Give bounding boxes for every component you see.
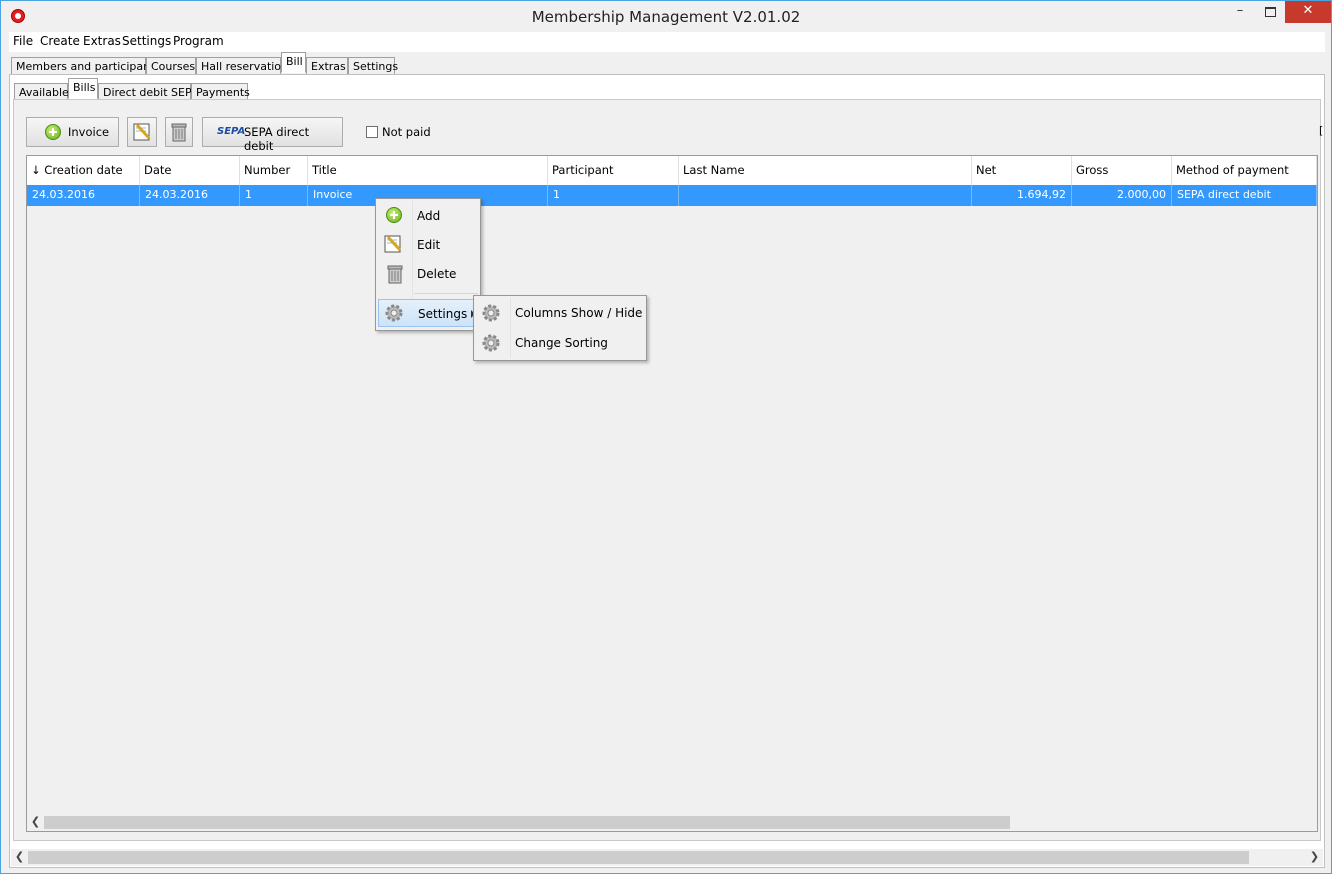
- gear-icon: [482, 334, 500, 352]
- cell-creation-date: 24.03.2016: [27, 185, 140, 206]
- tab-members[interactable]: Members and participants: [11, 57, 160, 75]
- sepa-button-label: SEPA direct debit: [244, 125, 310, 153]
- tab-settings[interactable]: Settings: [348, 57, 398, 75]
- col-last-name[interactable]: Last Name: [679, 156, 972, 185]
- menu-item-delete-label: Delete: [417, 267, 457, 281]
- scrollbar-thumb[interactable]: [44, 816, 1010, 829]
- tab-hall-reservation[interactable]: Hall reservation: [196, 57, 288, 75]
- col-participant[interactable]: Participant: [548, 156, 679, 185]
- col-date[interactable]: Date: [140, 156, 240, 185]
- gear-icon: [385, 304, 403, 322]
- trash-icon: [171, 123, 187, 142]
- menu-file[interactable]: File: [13, 34, 33, 48]
- add-icon: [45, 124, 61, 140]
- tab-courses[interactable]: Courses: [146, 57, 196, 75]
- col-number[interactable]: Number: [240, 156, 308, 185]
- menu-item-edit-label: Edit: [417, 238, 441, 252]
- app-window: Membership Management V2.01.02 – ✕ File …: [0, 0, 1332, 874]
- settings-submenu: Columns Show / Hide Change Sorting: [473, 295, 647, 361]
- table-header: ↓ Creation date Date Number Title Partic…: [27, 156, 1317, 186]
- scroll-left-icon[interactable]: ❮: [11, 849, 28, 866]
- menu-bar: File Create Extras Settings Program: [9, 32, 1325, 52]
- menu-item-columns-show-hide[interactable]: Columns Show / Hide: [476, 299, 644, 327]
- add-icon: [386, 207, 402, 223]
- menu-item-settings-label: Settings: [418, 307, 468, 321]
- close-button[interactable]: ✕: [1285, 1, 1331, 23]
- col-creation-date[interactable]: ↓ Creation date: [27, 156, 140, 185]
- scrollbar-thumb[interactable]: [28, 851, 1249, 864]
- menu-item-edit[interactable]: Edit: [378, 231, 478, 259]
- col-method-of-payment[interactable]: Method of payment: [1172, 156, 1317, 185]
- col-title[interactable]: Title: [308, 156, 548, 185]
- title-bar: Membership Management V2.01.02 – ✕: [1, 1, 1331, 32]
- sepa-logo-icon: SEPA: [217, 126, 246, 137]
- menu-settings[interactable]: Settings: [122, 34, 171, 48]
- not-paid-checkbox[interactable]: [366, 126, 378, 138]
- tab-bills[interactable]: Bills: [68, 78, 98, 99]
- menu-item-columns-label: Columns Show / Hide: [515, 306, 643, 320]
- trash-icon: [387, 265, 403, 284]
- scroll-left-icon[interactable]: ❮: [27, 814, 44, 831]
- menu-create[interactable]: Create: [40, 34, 80, 48]
- scroll-right-icon[interactable]: ❯: [1306, 849, 1323, 866]
- edit-icon: [384, 235, 402, 253]
- tab-extras[interactable]: Extras: [306, 57, 348, 75]
- minimize-button[interactable]: –: [1223, 1, 1257, 23]
- cell-method-of-payment: SEPA direct debit: [1172, 185, 1317, 206]
- cell-number: 1: [240, 185, 308, 206]
- window-title: Membership Management V2.01.02: [531, 8, 801, 26]
- menu-separator: [414, 293, 478, 294]
- maximize-icon: [1264, 7, 1276, 17]
- edit-button[interactable]: [127, 117, 157, 147]
- col-gross[interactable]: Gross: [1072, 156, 1172, 185]
- cell-net: 1.694,92: [972, 185, 1072, 206]
- table-horizontal-scrollbar[interactable]: ❮: [27, 814, 1317, 831]
- menu-extras[interactable]: Extras: [83, 34, 121, 48]
- tab-bill[interactable]: Bill: [281, 52, 306, 73]
- edit-icon: [133, 123, 151, 141]
- gear-icon: [482, 304, 500, 322]
- context-menu: Add Edit Delete Settings: [375, 198, 481, 331]
- bills-table: ↓ Creation date Date Number Title Partic…: [26, 155, 1318, 832]
- menu-item-sorting-label: Change Sorting: [515, 336, 608, 350]
- menu-item-add[interactable]: Add: [378, 202, 478, 230]
- bills-panel: Invoice SEPA SEPA direct debit Not paid …: [13, 99, 1324, 841]
- invoice-button[interactable]: Invoice: [26, 117, 119, 147]
- menu-item-change-sorting[interactable]: Change Sorting: [476, 329, 644, 357]
- not-paid-label: Not paid: [382, 125, 431, 139]
- panel-horizontal-scrollbar[interactable]: ❮ ❯: [11, 849, 1323, 866]
- bill-tab-panel: Available Bills Direct debit SEPA Paymen…: [9, 74, 1325, 868]
- menu-item-delete[interactable]: Delete: [378, 260, 478, 288]
- menu-item-add-label: Add: [417, 209, 441, 223]
- cell-participant: 1: [548, 185, 679, 206]
- clipped-control: [: [1319, 124, 1324, 137]
- col-net[interactable]: Net: [972, 156, 1072, 185]
- cell-gross: 2.000,00: [1072, 185, 1172, 206]
- menu-program[interactable]: Program: [173, 34, 224, 48]
- table-row[interactable]: 24.03.2016 24.03.2016 1 Invoice 1 1.694,…: [27, 185, 1317, 206]
- cell-date: 24.03.2016: [140, 185, 240, 206]
- maximize-button[interactable]: [1253, 1, 1287, 23]
- sepa-direct-debit-button[interactable]: SEPA SEPA direct debit: [202, 117, 343, 153]
- menu-item-settings[interactable]: Settings: [378, 299, 478, 327]
- delete-button[interactable]: [165, 117, 193, 147]
- cell-last-name: [679, 185, 972, 206]
- invoice-button-label: Invoice: [68, 125, 110, 139]
